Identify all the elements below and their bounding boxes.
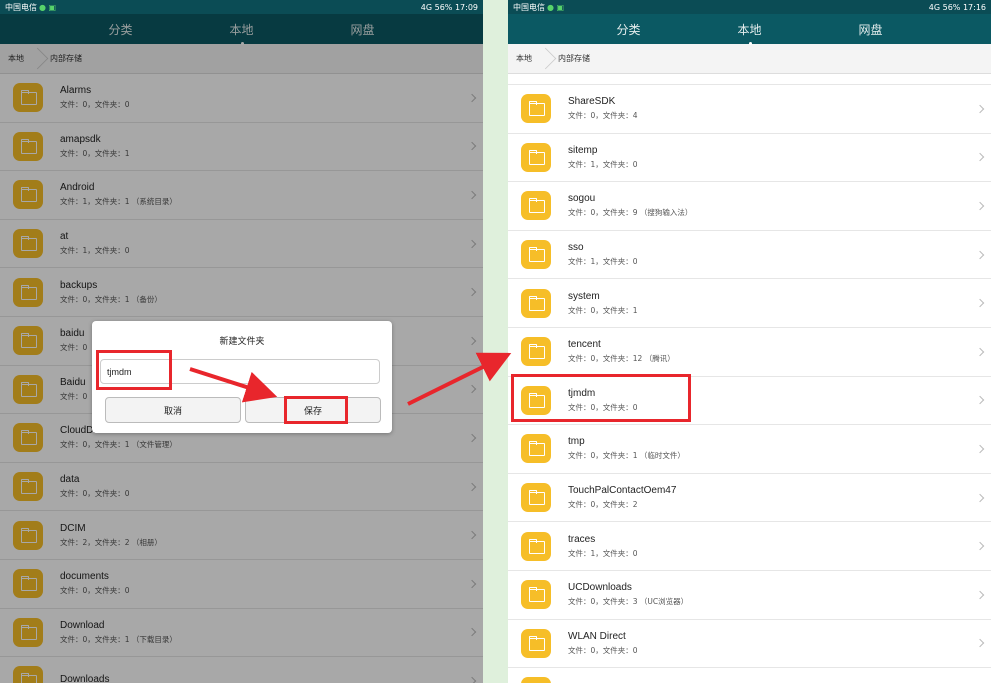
- item-text: TouchPalContactOem47 文件：0，文件夹：2: [568, 485, 676, 510]
- folder-icon: [521, 531, 551, 561]
- list-item[interactable]: ShareSDK 文件：0，文件夹：4: [508, 85, 991, 134]
- time-label: 17:16: [962, 2, 986, 12]
- item-text: UCDownloads 文件：0，文件夹：3 （UC浏览器）: [568, 582, 688, 607]
- carrier-label: 中国电信: [5, 2, 37, 12]
- folder-icon: [521, 94, 551, 124]
- status-bar: 中国电信 ● ▣ 4G 56% 17:09: [0, 0, 483, 14]
- status-bar: 中国电信 ● ▣ 4G 56% 17:16: [508, 0, 991, 14]
- cancel-button[interactable]: 取消: [105, 397, 241, 423]
- item-text: sogou 文件：0，文件夹：9 （搜狗输入法）: [568, 193, 692, 218]
- item-text: ShareSDK 文件：0，文件夹：4: [568, 96, 638, 121]
- item-text: traces 文件：1，文件夹：0: [568, 534, 638, 559]
- list-item[interactable]: traces 文件：1，文件夹：0: [508, 522, 991, 571]
- breadcrumb: 本地 内部存储: [508, 44, 991, 74]
- signal-label: 4G: [928, 2, 941, 12]
- item-name: system: [568, 290, 600, 302]
- chevron-right-icon: [975, 250, 985, 259]
- status-icons: ● ▣: [547, 2, 565, 12]
- folder-icon: [521, 240, 551, 270]
- item-meta: 文件：1，文件夹：0: [568, 159, 638, 169]
- item-name: ShareSDK: [568, 96, 616, 108]
- item-name: UCDownloads: [568, 582, 632, 594]
- carrier-label: 中国电信: [513, 2, 545, 12]
- item-name: tencent: [568, 339, 601, 351]
- item-text: system 文件：0，文件夹：1: [568, 291, 638, 316]
- time-label: 17:09: [454, 2, 478, 12]
- item-meta: 文件：0，文件夹：12 （腾讯）: [568, 354, 675, 364]
- left-screen: 中国电信 ● ▣ 4G 56% 17:09 分类 本地 网盘 本地 内部存储 Al…: [0, 0, 483, 683]
- item-meta: 文件：0，文件夹：0: [568, 645, 638, 655]
- item-meta: 文件：0，文件夹：4: [568, 111, 638, 121]
- highlight-save-button: [284, 396, 348, 424]
- item-name: tmp: [568, 436, 585, 448]
- item-text: tmp 文件：0，文件夹：1 （临时文件）: [568, 436, 685, 461]
- list-item[interactable]: system 文件：0，文件夹：1: [508, 279, 991, 328]
- chevron-right-icon: [975, 298, 985, 308]
- folder-icon: [521, 142, 551, 172]
- status-icons: ● ▣: [39, 2, 57, 12]
- item-name: WLAN Direct: [568, 630, 626, 642]
- chevron-right-icon: [975, 541, 985, 551]
- item-text: tencent 文件：0，文件夹：12 （腾讯）: [568, 339, 675, 364]
- folder-icon: [521, 483, 551, 513]
- item-name: sso: [568, 242, 584, 254]
- signal-label: 4G: [420, 2, 433, 12]
- item-meta: 文件：0，文件夹：1: [568, 305, 638, 315]
- dialog-title: 新建文件夹: [219, 337, 265, 347]
- chevron-right-icon: [975, 153, 985, 162]
- chevron-right-icon: [975, 590, 985, 599]
- item-name: sogou: [568, 193, 596, 205]
- item-text: sitemp 文件：1，文件夹：0: [568, 145, 638, 170]
- item-meta: 文件：0，文件夹：3 （UC浏览器）: [568, 597, 689, 607]
- list-item[interactable]: tencent 文件：0，文件夹：12 （腾讯）: [508, 328, 991, 377]
- item-name: traces: [568, 533, 596, 545]
- breadcrumb-separator: [540, 44, 550, 74]
- item-text: sso 文件：1，文件夹：0: [568, 242, 638, 267]
- highlight-new-folder-row: [511, 374, 691, 422]
- chevron-right-icon: [975, 396, 985, 405]
- item-meta: 文件：1，文件夹：0: [568, 548, 638, 558]
- folder-icon: [521, 288, 551, 318]
- chevron-right-icon: [975, 347, 985, 357]
- tab-cloud[interactable]: 网盘: [836, 21, 906, 38]
- chevron-right-icon: [975, 493, 985, 502]
- item-name: sitemp: [568, 144, 598, 156]
- list-item[interactable]: xaylu: [508, 668, 991, 683]
- tab-local[interactable]: 本地: [715, 21, 785, 45]
- list-top-edge: [508, 74, 991, 85]
- list-item[interactable]: sso 文件：1，文件夹：0: [508, 231, 991, 280]
- right-screen: 中国电信 ● ▣ 4G 56% 17:16 分类 本地 网盘 本地 内部存储 Sh…: [508, 0, 991, 683]
- folder-icon: [521, 434, 551, 464]
- list-item[interactable]: tmp 文件：0，文件夹：1 （临时文件）: [508, 425, 991, 474]
- folder-icon: [521, 677, 551, 683]
- item-meta: 文件：0，文件夹：1 （临时文件）: [568, 451, 685, 461]
- battery-label: 56%: [942, 2, 961, 12]
- list-item[interactable]: sogou 文件：0，文件夹：9 （搜狗输入法）: [508, 182, 991, 231]
- folder-icon: [521, 580, 551, 610]
- item-meta: 文件：0，文件夹：2: [568, 500, 638, 510]
- chevron-right-icon: [975, 444, 985, 454]
- highlight-input: [96, 350, 172, 390]
- list-item[interactable]: WLAN Direct 文件：0，文件夹：0: [508, 620, 991, 669]
- item-name: TouchPalContactOem47: [568, 485, 677, 497]
- battery-label: 56%: [434, 2, 453, 12]
- chevron-right-icon: [975, 104, 985, 114]
- item-meta: 文件：0，文件夹：9 （搜狗输入法）: [568, 208, 693, 218]
- item-meta: 文件：1，文件夹：0: [568, 257, 638, 267]
- item-text: WLAN Direct 文件：0，文件夹：0: [568, 631, 638, 656]
- folder-icon: [521, 628, 551, 658]
- chevron-right-icon: [975, 201, 985, 211]
- folder-icon: [521, 191, 551, 221]
- list-item[interactable]: sitemp 文件：1，文件夹：0: [508, 134, 991, 183]
- breadcrumb-internal-storage[interactable]: 内部存储: [550, 44, 598, 74]
- tab-category[interactable]: 分类: [594, 21, 664, 38]
- list-item[interactable]: TouchPalContactOem47 文件：0，文件夹：2: [508, 474, 991, 523]
- folder-icon: [521, 337, 551, 367]
- list-item[interactable]: UCDownloads 文件：0，文件夹：3 （UC浏览器）: [508, 571, 991, 620]
- tab-bar: 分类 本地 网盘: [508, 14, 991, 45]
- chevron-right-icon: [975, 639, 985, 648]
